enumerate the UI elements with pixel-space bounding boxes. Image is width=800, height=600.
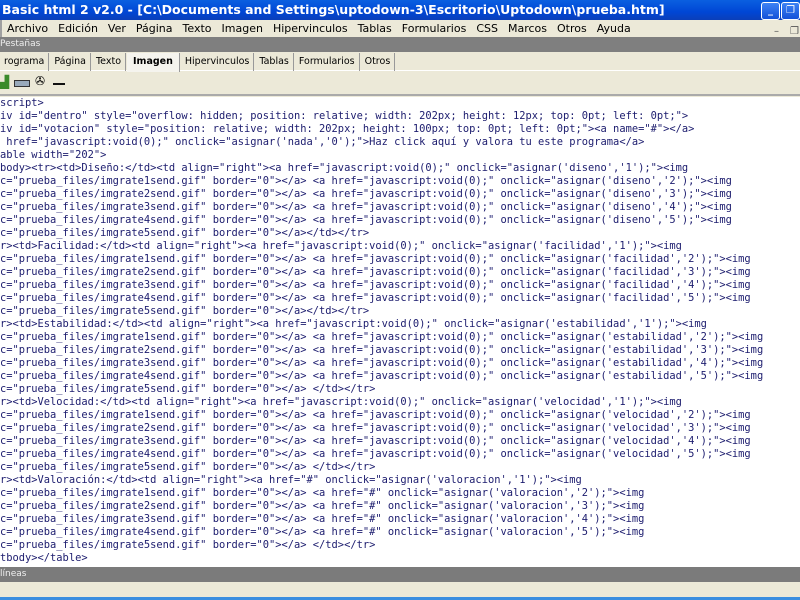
tab-6[interactable]: Formularios: [295, 53, 360, 71]
code-line: href="javascript:void(0);" onclick="asig…: [0, 136, 645, 148]
panel-title: Pestañas: [0, 39, 41, 49]
menu-bar: Archivo Edición Ver Página Texto Imagen Hiperv…: [0, 20, 800, 37]
code-line: r><td>Valoración:</td><td align="right">…: [0, 474, 582, 486]
menu-7[interactable]: Tablas: [358, 22, 392, 35]
menu-6[interactable]: Hipervinculos: [273, 22, 348, 35]
menu-5[interactable]: Imagen: [222, 22, 263, 35]
menu-2[interactable]: Ver: [108, 22, 126, 35]
restore-button[interactable]: ❐: [781, 2, 800, 20]
code-line: c="prueba_files/imgrate1send.gif" border…: [0, 331, 764, 343]
tab-2[interactable]: Texto: [92, 53, 127, 71]
code-line: c="prueba_files/imgrate2send.gif" border…: [0, 422, 751, 434]
code-line: r><td>Estabilidad:</td><td align="right"…: [0, 318, 707, 330]
code-line: c="prueba_files/imgrate5send.gif" border…: [0, 227, 370, 239]
code-editor[interactable]: script> iv id="dentro" style="overflow: h…: [0, 97, 800, 567]
code-line: c="prueba_files/imgrate3send.gif" border…: [0, 513, 645, 525]
menu-8[interactable]: Formularios: [402, 22, 467, 35]
tab-4[interactable]: Hipervinculos: [181, 53, 255, 71]
code-line: c="prueba_files/imgrate1send.gif" border…: [0, 175, 732, 187]
horizontal-rule-icon[interactable]: [53, 83, 65, 85]
code-line: iv id="votacion" style="position: relati…: [0, 123, 695, 135]
code-line: c="prueba_files/imgrate3send.gif" border…: [0, 357, 764, 369]
bottom-bar: [0, 582, 800, 600]
title-bar: Basic html 2 v2.0 - [C:\Documents and Se…: [0, 0, 800, 20]
code-line: c="prueba_files/imgrate4send.gif" border…: [0, 214, 732, 226]
tab-1[interactable]: Página: [50, 53, 91, 71]
tab-5[interactable]: Tablas: [255, 53, 294, 71]
tab-7[interactable]: Otros: [361, 53, 396, 71]
code-line: able width="202">: [0, 149, 107, 161]
line-count: líneas: [0, 569, 27, 579]
menu-10[interactable]: Marcos: [508, 22, 547, 35]
code-line: c="prueba_files/imgrate3send.gif" border…: [0, 435, 751, 447]
code-line: c="prueba_files/imgrate1send.gif" border…: [0, 487, 645, 499]
menu-12[interactable]: Ayuda: [597, 22, 631, 35]
window-title: Basic html 2 v2.0 - [C:\Documents and Se…: [2, 2, 665, 17]
menu-0[interactable]: Archivo: [7, 22, 48, 35]
code-line: r><td>Facilidad:</td><td align="right"><…: [0, 240, 682, 252]
code-line: c="prueba_files/imgrate5send.gif" border…: [0, 305, 370, 317]
code-line: r><td>Velocidad:</td><td align="right"><…: [0, 396, 682, 408]
code-line: tbody></table>: [0, 552, 88, 564]
tab-3[interactable]: Imagen: [127, 53, 180, 72]
insert-image-icon[interactable]: ▟: [0, 75, 9, 89]
minimize-icon: _: [768, 5, 773, 16]
code-line: c="prueba_files/imgrate3send.gif" border…: [0, 201, 732, 213]
restore-icon: ❐: [786, 5, 795, 16]
button-icon[interactable]: [14, 80, 30, 87]
image-toolbar: ▟ ✇: [0, 71, 800, 96]
menu-1[interactable]: Edición: [58, 22, 98, 35]
mdi-minimize-icon[interactable]: –: [774, 26, 779, 37]
code-line: c="prueba_files/imgrate5send.gif" border…: [0, 383, 376, 395]
code-line: c="prueba_files/imgrate5send.gif" border…: [0, 461, 376, 473]
code-line: c="prueba_files/imgrate2send.gif" border…: [0, 344, 764, 356]
tab-strip: rograma Página Texto Imagen Hipervinculos Tab…: [0, 53, 800, 72]
camera-icon[interactable]: ✇: [35, 74, 45, 88]
code-line: c="prueba_files/imgrate4send.gif" border…: [0, 292, 751, 304]
tab-0[interactable]: rograma: [0, 53, 50, 71]
code-line: c="prueba_files/imgrate2send.gif" border…: [0, 500, 645, 512]
code-line: iv id="dentro" style="overflow: hidden; …: [0, 110, 689, 122]
mdi-restore-icon[interactable]: ❐: [790, 26, 799, 37]
code-line: c="prueba_files/imgrate2send.gif" border…: [0, 266, 751, 278]
code-line: body><tr><td>Diseño:</td><td align="righ…: [0, 162, 689, 174]
menu-4[interactable]: Texto: [183, 22, 212, 35]
code-line: c="prueba_files/imgrate1send.gif" border…: [0, 409, 751, 421]
menu-9[interactable]: CSS: [476, 22, 498, 35]
tabs-panel-header: Pestañas: [0, 37, 800, 52]
menu-3[interactable]: Página: [136, 22, 173, 35]
code-line: c="prueba_files/imgrate3send.gif" border…: [0, 279, 751, 291]
code-line: c="prueba_files/imgrate5send.gif" border…: [0, 539, 376, 551]
code-line: c="prueba_files/imgrate1send.gif" border…: [0, 253, 751, 265]
code-line: c="prueba_files/imgrate4send.gif" border…: [0, 448, 751, 460]
code-line: c="prueba_files/imgrate4send.gif" border…: [0, 370, 764, 382]
minimize-button[interactable]: _: [761, 2, 780, 20]
menu-11[interactable]: Otros: [557, 22, 587, 35]
code-line: c="prueba_files/imgrate2send.gif" border…: [0, 188, 732, 200]
status-bar: líneas: [0, 567, 800, 582]
code-line: script>: [0, 97, 44, 109]
code-line: c="prueba_files/imgrate4send.gif" border…: [0, 526, 645, 538]
